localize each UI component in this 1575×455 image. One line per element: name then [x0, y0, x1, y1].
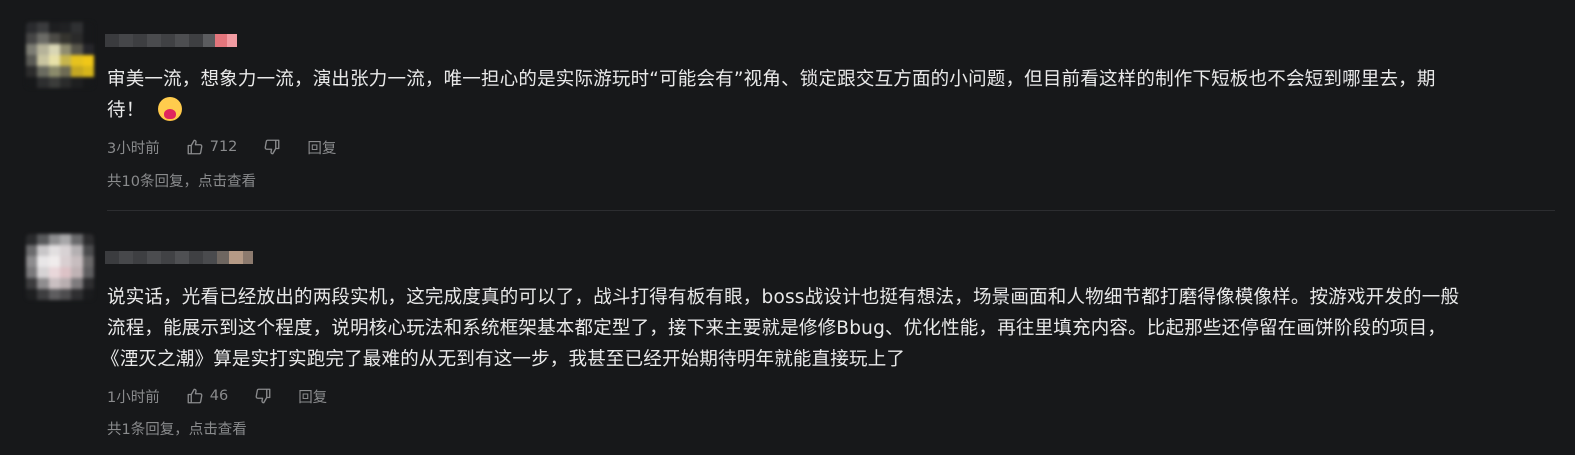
timestamp: 1小时前 [107, 389, 160, 406]
comment-text: 审美一流，想象力一流，演出张力一流，唯一担心的是实际游玩时“可能会有”视角、锁定… [107, 64, 1552, 126]
like-button[interactable]: 712 [186, 138, 238, 156]
comment-text-line: 待！ [107, 95, 1552, 126]
thumbs-down-icon [264, 139, 280, 155]
comment-text-line: 流程，能展示到这个程度，说明核心玩法和系统框架基本都定型了，接下来主要就是修修B… [107, 318, 1447, 339]
thumbs-up-icon [187, 388, 203, 404]
avatar[interactable] [26, 234, 94, 300]
avatar[interactable] [26, 22, 94, 88]
like-count: 712 [209, 139, 238, 155]
view-replies-link[interactable]: 共10条回复，点击查看 [107, 170, 256, 191]
dislike-button[interactable] [263, 138, 281, 156]
timestamp: 3小时前 [107, 140, 160, 157]
comment-text-line: 审美一流，想象力一流，演出张力一流，唯一担心的是实际游玩时“可能会有”视角、锁定… [107, 69, 1436, 90]
comment-text-line: 《湮灭之潮》算是实打实跑完了最难的从无到有这一步，我甚至已经开始期待明年就能直接… [101, 349, 906, 370]
comment-text-line: 说实话，光看已经放出的两段实机，这完成度真的可以了，战斗打得有板有眼，boss战… [107, 287, 1460, 308]
divider [107, 210, 1555, 211]
comment-meta: 1小时前 46 回复 [107, 386, 327, 406]
thumbs-up-icon [187, 139, 203, 155]
username[interactable] [105, 34, 237, 47]
comment-meta: 3小时前 712 回复 [107, 137, 336, 157]
reply-button[interactable]: 回复 [307, 137, 336, 158]
like-count: 46 [209, 388, 229, 404]
like-button[interactable]: 46 [186, 387, 228, 405]
reply-button[interactable]: 回复 [298, 386, 327, 407]
dislike-button[interactable] [254, 387, 272, 405]
thumbs-down-icon [255, 388, 271, 404]
heart-face-emoji [158, 97, 183, 121]
comment-text: 说实话，光看已经放出的两段实机，这完成度真的可以了，战斗打得有板有眼，boss战… [101, 282, 1552, 375]
username[interactable] [105, 251, 253, 264]
view-replies-link[interactable]: 共1条回复，点击查看 [107, 418, 247, 439]
